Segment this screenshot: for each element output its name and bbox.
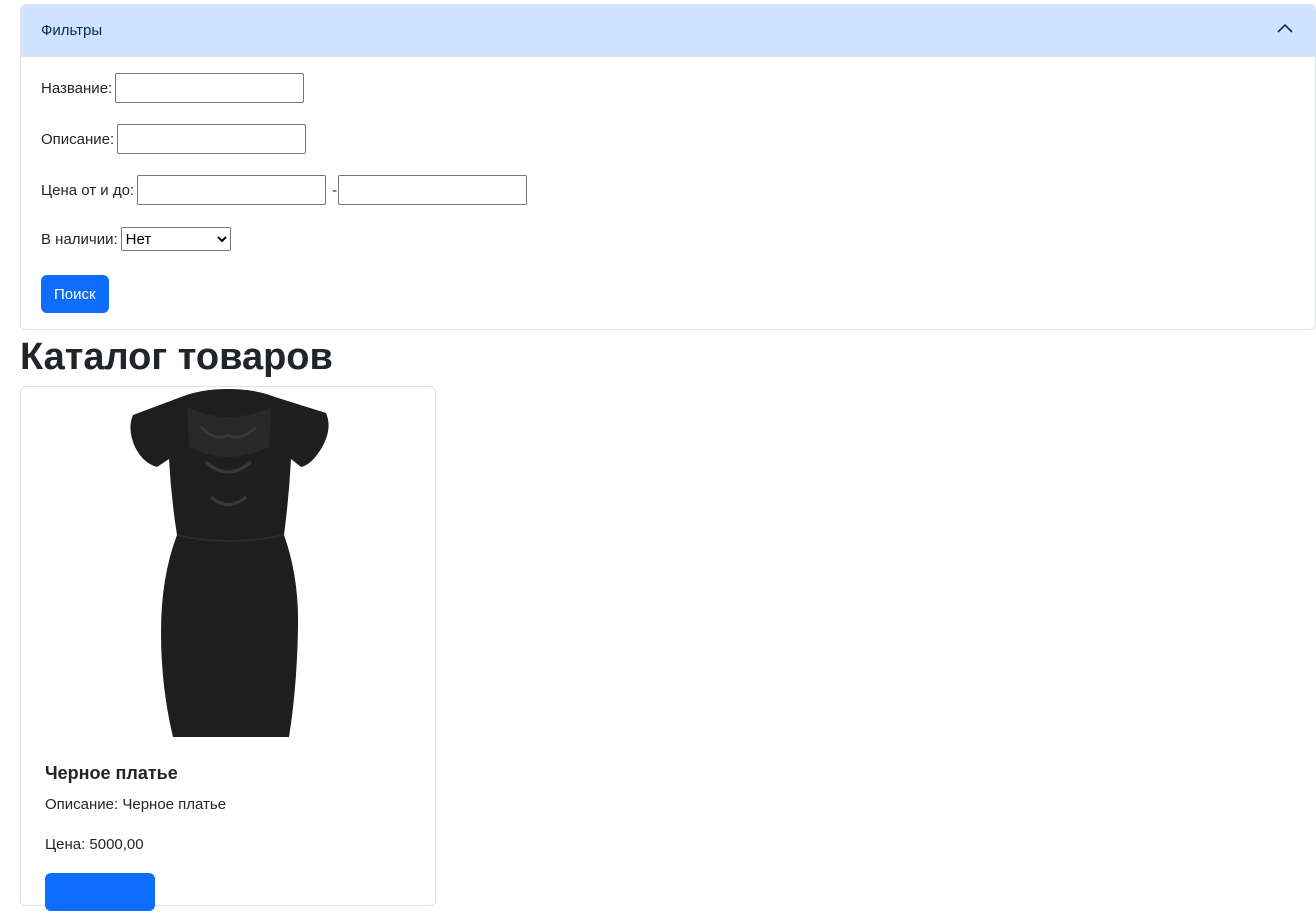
chevron-up-icon[interactable] bbox=[1275, 19, 1295, 43]
name-input[interactable] bbox=[115, 73, 305, 103]
stock-label: В наличии: bbox=[41, 230, 118, 248]
name-label: Название: bbox=[41, 79, 113, 97]
product-description: Описание: Черное платье bbox=[45, 796, 227, 813]
name-filter-row: Название: bbox=[41, 73, 305, 103]
filters-accordion: Фильтры Название: Описание: Цена от и до… bbox=[20, 4, 1316, 330]
price-from-input[interactable] bbox=[137, 175, 327, 205]
filters-title: Фильтры bbox=[41, 22, 103, 39]
description-label: Описание: bbox=[41, 130, 115, 148]
product-price: Цена: 5000,00 bbox=[45, 836, 144, 853]
price-filter-row: Цена от и до: - bbox=[41, 175, 528, 205]
search-row: Поиск bbox=[41, 275, 109, 313]
product-action-button[interactable] bbox=[45, 873, 155, 911]
price-label: Цена от и до: bbox=[41, 181, 135, 199]
product-title: Черное платье bbox=[45, 763, 178, 783]
price-to-input[interactable] bbox=[338, 175, 528, 205]
price-separator: - bbox=[332, 181, 338, 199]
description-filter-row: Описание: bbox=[41, 124, 307, 154]
product-image bbox=[130, 389, 329, 737]
product-card: Черное платье Описание: Черное платье Це… bbox=[20, 386, 436, 911]
filters-accordion-header[interactable]: Фильтры bbox=[21, 5, 1315, 57]
stock-filter-row: В наличии: Нет bbox=[41, 227, 231, 251]
description-input[interactable] bbox=[117, 124, 307, 154]
stock-select[interactable]: Нет bbox=[120, 227, 231, 251]
page-title: Каталог товаров bbox=[20, 336, 333, 378]
search-button[interactable]: Поиск bbox=[41, 275, 109, 313]
